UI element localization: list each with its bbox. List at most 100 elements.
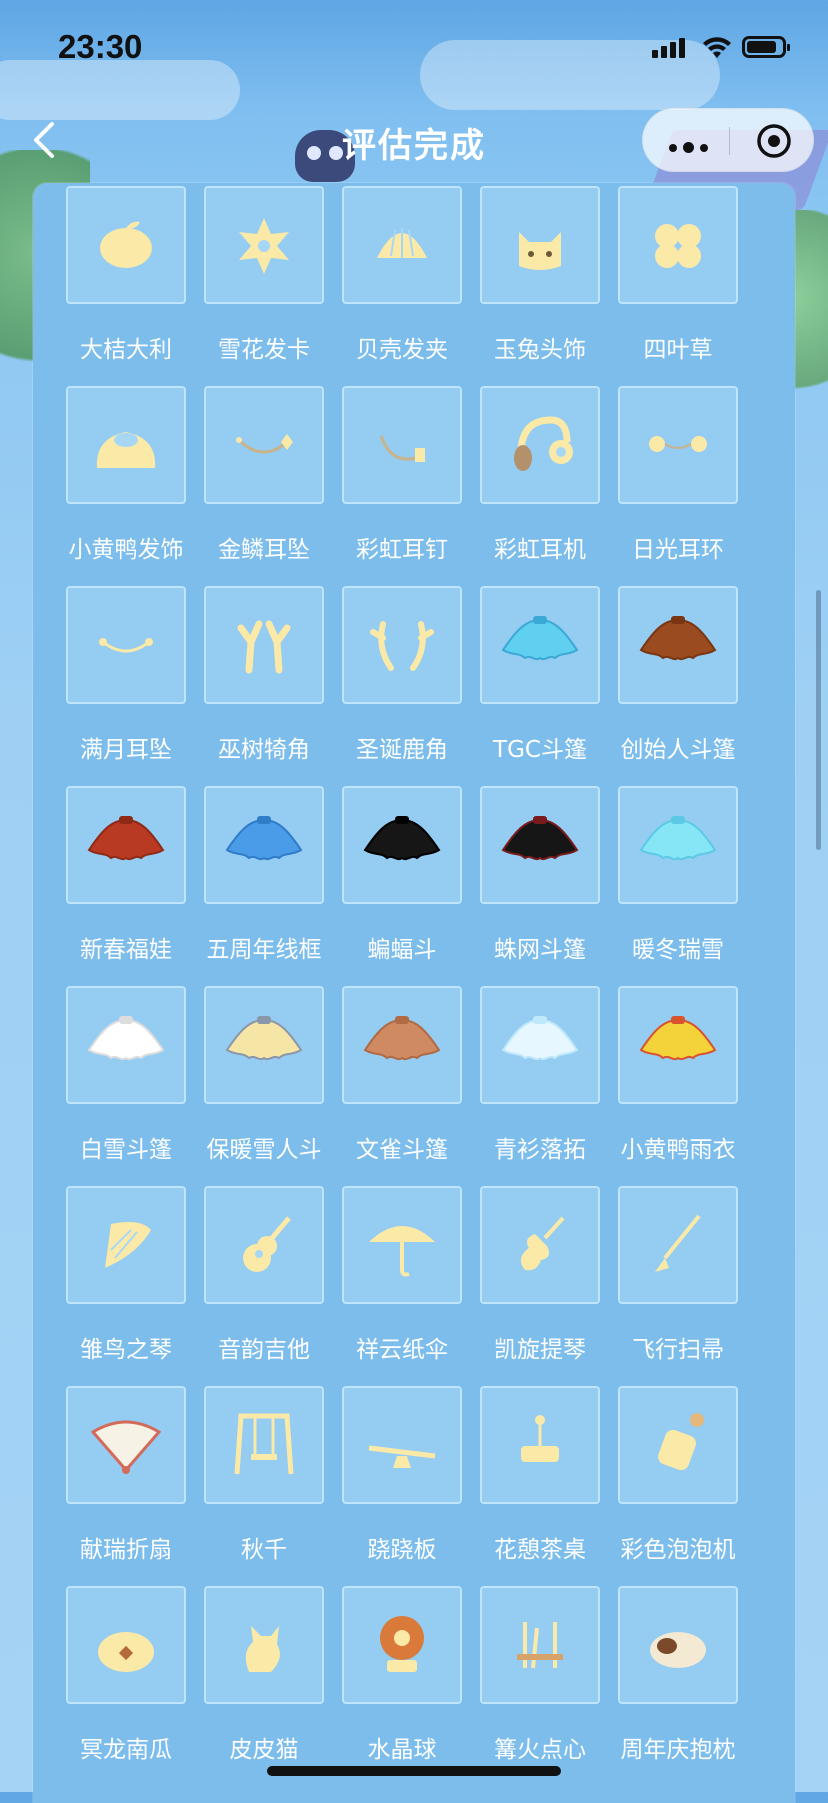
scrollbar[interactable] [816, 590, 821, 850]
item-label: 小黄鸭发饰 [68, 537, 184, 563]
item-label: 飞行扫帚 [632, 1337, 724, 1363]
item-label: 小黄鸭雨衣 [620, 1137, 736, 1163]
item-tile[interactable] [618, 1586, 738, 1704]
item-tile[interactable] [342, 1186, 462, 1304]
fifth-anniversary-cape-icon [219, 798, 309, 892]
item-label: 五周年线框 [206, 937, 322, 963]
tgc-cape-icon [495, 598, 585, 692]
item-label: 冥龙南瓜 [80, 1737, 172, 1763]
item-tile[interactable] [204, 786, 324, 904]
item-tile[interactable] [618, 986, 738, 1104]
item-tile[interactable] [618, 1386, 738, 1504]
item-tile[interactable] [204, 986, 324, 1104]
shell-hairclip-icon [357, 198, 447, 292]
home-indicator[interactable] [267, 1766, 561, 1776]
lyre-icon [81, 1198, 171, 1292]
item-label: 青衫落拓 [494, 1137, 586, 1163]
battery-icon [742, 36, 790, 58]
capsule-divider [729, 127, 730, 155]
item-tile[interactable] [342, 186, 462, 304]
item-tile[interactable] [480, 386, 600, 504]
item-tile[interactable] [204, 186, 324, 304]
item-tile[interactable] [66, 1586, 186, 1704]
miniprogram-capsule [642, 108, 814, 172]
winter-snow-cape-icon [633, 798, 723, 892]
item-tile[interactable] [342, 1586, 462, 1704]
status-time: 23:30 [58, 28, 143, 65]
item-tile[interactable] [480, 186, 600, 304]
item-label: 跷跷板 [367, 1537, 437, 1563]
item-tile[interactable] [480, 986, 600, 1104]
cellular-signal-icon [652, 38, 688, 58]
item-tile[interactable] [480, 1386, 600, 1504]
item-label: 日光耳环 [632, 537, 724, 563]
item-label: 雏鸟之琴 [80, 1337, 172, 1363]
new-year-cape-icon [81, 798, 171, 892]
paper-umbrella-icon [357, 1198, 447, 1292]
item-tile[interactable] [342, 1386, 462, 1504]
item-tile[interactable] [66, 1386, 186, 1504]
item-tile[interactable] [66, 786, 186, 904]
item-tile[interactable] [480, 786, 600, 904]
snowman-cape-icon [219, 998, 309, 1092]
witch-tree-horns-icon [219, 598, 309, 692]
item-label: 四叶草 [643, 337, 713, 363]
item-label: 祥云纸伞 [356, 1337, 448, 1363]
rainbow-headphones-icon [495, 398, 585, 492]
item-tile[interactable] [480, 1586, 600, 1704]
item-tile[interactable] [480, 586, 600, 704]
white-snow-cape-icon [81, 998, 171, 1092]
item-tile[interactable] [204, 1186, 324, 1304]
duck-raincoat-icon [633, 998, 723, 1092]
fullmoon-earring-icon [81, 598, 171, 692]
item-label: 皮皮猫 [229, 1737, 299, 1763]
item-tile[interactable] [618, 186, 738, 304]
close-miniprogram-icon[interactable] [755, 122, 793, 160]
item-tile[interactable] [204, 386, 324, 504]
item-label: 大桔大利 [80, 337, 172, 363]
item-tile[interactable] [204, 1586, 324, 1704]
item-label: 篝火点心 [494, 1737, 586, 1763]
item-label: 蝙蝠斗 [367, 937, 437, 963]
more-options-icon[interactable] [669, 137, 714, 156]
item-tile[interactable] [204, 586, 324, 704]
bubble-machine-icon [633, 1398, 723, 1492]
item-tile[interactable] [66, 386, 186, 504]
item-tile[interactable] [204, 1386, 324, 1504]
clover-icon [633, 198, 723, 292]
item-label: 彩色泡泡机 [620, 1537, 736, 1563]
item-tile[interactable] [618, 1186, 738, 1304]
item-tile[interactable] [66, 1186, 186, 1304]
item-label: 音韵吉他 [218, 1337, 310, 1363]
item-tile[interactable] [618, 386, 738, 504]
item-tile[interactable] [480, 1186, 600, 1304]
item-tile[interactable] [342, 586, 462, 704]
item-tile[interactable] [342, 986, 462, 1104]
item-tile[interactable] [66, 586, 186, 704]
item-label: TGC斗篷 [493, 737, 587, 763]
item-tile[interactable] [342, 386, 462, 504]
item-label: 献瑞折扇 [80, 1537, 172, 1563]
item-label: 白雪斗篷 [80, 1137, 172, 1163]
item-label: 凯旋提琴 [494, 1337, 586, 1363]
item-tile[interactable] [618, 586, 738, 704]
item-label: 金鳞耳坠 [218, 537, 310, 563]
tea-table-icon [495, 1398, 585, 1492]
crystal-ball-icon [357, 1598, 447, 1692]
violin-icon [495, 1198, 585, 1292]
item-tile[interactable] [618, 786, 738, 904]
item-label: 巫树犄角 [218, 737, 310, 763]
pumpkin-icon [81, 1598, 171, 1692]
item-tile[interactable] [66, 186, 186, 304]
campfire-snack-icon [495, 1598, 585, 1692]
battery-level [747, 41, 776, 53]
rabbit-headwear-icon [495, 198, 585, 292]
item-label: 新春福娃 [80, 937, 172, 963]
item-label: 蛛网斗篷 [494, 937, 586, 963]
bat-cape-icon [357, 798, 447, 892]
item-tile[interactable] [342, 786, 462, 904]
item-tile[interactable] [66, 986, 186, 1104]
blue-robe-cape-icon [495, 998, 585, 1092]
sunlight-earring-icon [633, 398, 723, 492]
guitar-icon [219, 1198, 309, 1292]
